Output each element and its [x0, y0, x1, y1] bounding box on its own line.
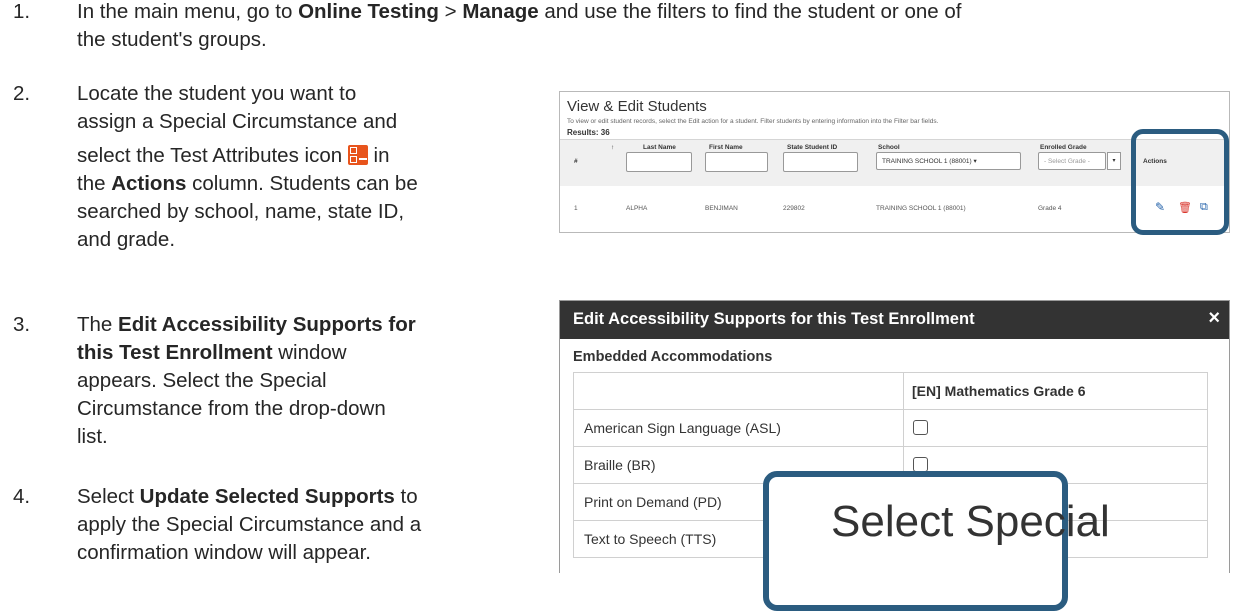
text-run: appears. Select the Special — [77, 369, 327, 392]
step-line: Locate the student you want to — [77, 80, 418, 108]
cell-grade: Grade 4 — [1038, 205, 1062, 212]
menu-manage: Manage — [462, 0, 539, 23]
step-text: In the main menu, go to Online Testing >… — [77, 0, 961, 54]
table-header-row: [EN] Mathematics Grade 6 — [573, 373, 1208, 410]
text-run: confirmation window will appear. — [77, 541, 371, 564]
step-line: Select Update Selected Supports to — [77, 483, 421, 511]
col-num: # — [574, 158, 578, 165]
text-run: and grade. — [77, 228, 176, 251]
table-row: 1 ALPHA BENJIMAN 229802 TRAINING SCHOOL … — [560, 186, 1229, 232]
step-line: The Edit Accessibility Supports for — [77, 311, 416, 339]
step-line: select the Test Attributes icon in — [77, 142, 418, 170]
step-2: 2. Locate the student you want to assign… — [13, 80, 533, 260]
text-run: Circumstance from the drop-down — [77, 397, 386, 420]
test-column-header: [EN] Mathematics Grade 6 — [912, 383, 1086, 399]
panel-title: View & Edit Students — [567, 98, 707, 115]
text-run: Select — [77, 485, 140, 508]
step-line: apply the Special Circumstance and a — [77, 511, 421, 539]
col-grade[interactable]: Enrolled Grade — [1040, 144, 1087, 151]
step-line: searched by school, name, state ID, — [77, 198, 418, 226]
callout-box: Select Special — [763, 471, 1110, 611]
step-text: Select Update Selected Supports to apply… — [77, 483, 421, 567]
panel-subtitle: To view or edit student records, select … — [567, 118, 939, 125]
sort-icon[interactable]: ↑ — [611, 144, 614, 151]
text-bold: Actions — [111, 172, 187, 195]
column-divider — [903, 373, 904, 409]
col-first-name[interactable]: First Name — [709, 144, 743, 151]
text-run: The — [77, 313, 119, 336]
actions-highlight — [1131, 129, 1229, 235]
cell-last-name: ALPHA — [626, 205, 648, 212]
step-line: Circumstance from the drop-down — [77, 395, 416, 423]
modal-header: Edit Accessibility Supports for this Tes… — [560, 301, 1229, 339]
step-line: assign a Special Circumstance and — [77, 108, 418, 136]
braille-checkbox[interactable] — [913, 457, 928, 472]
step-text: Locate the student you want to assign a … — [77, 80, 418, 254]
text-run: the student's groups. — [77, 28, 267, 51]
step-number: 4. — [13, 485, 31, 508]
first-name-filter[interactable] — [705, 152, 768, 172]
step-number: 1. — [13, 0, 31, 23]
text-run: window — [272, 341, 347, 364]
state-id-filter[interactable] — [783, 152, 858, 172]
last-name-filter[interactable] — [626, 152, 692, 172]
text-run: searched by school, name, state ID, — [77, 200, 405, 223]
step-3: 3. The Edit Accessibility Supports for t… — [13, 311, 533, 456]
test-attributes-icon — [347, 145, 368, 165]
cell-school: TRAINING SCHOOL 1 (88001) — [876, 205, 966, 212]
modal-title: Edit Accessibility Supports for this Tes… — [573, 310, 975, 328]
asl-checkbox[interactable] — [913, 420, 928, 435]
callout-text: Select Special — [831, 497, 1110, 546]
row-label: American Sign Language (ASL) — [584, 420, 781, 436]
school-filter[interactable]: TRAINING SCHOOL 1 (88001) ▾ — [876, 152, 1021, 170]
cell-state-id: 229802 — [783, 205, 805, 212]
table-header: # ↑ Last Name First Name State Student I… — [560, 139, 1229, 187]
results-count: Results: 36 — [567, 128, 610, 137]
text-run: assign a Special Circumstance and — [77, 110, 398, 133]
cell-num: 1 — [574, 205, 578, 212]
text-run: to — [394, 485, 418, 508]
step-line: this Test Enrollment window — [77, 339, 416, 367]
grade-caret-icon[interactable]: ▾ — [1107, 152, 1121, 170]
text-bold: this Test Enrollment — [77, 341, 273, 364]
students-panel: View & Edit Students To view or edit stu… — [559, 91, 1230, 233]
step-line: the student's groups. — [77, 26, 961, 54]
text-bold: Edit Accessibility Supports for — [118, 313, 416, 336]
col-state-id[interactable]: State Student ID — [787, 144, 837, 151]
step-text: The Edit Accessibility Supports for this… — [77, 311, 416, 451]
step-line: confirmation window will appear. — [77, 539, 421, 567]
column-divider — [903, 410, 904, 446]
table-row: American Sign Language (ASL) — [573, 410, 1208, 447]
text-run: list. — [77, 425, 108, 448]
step-line: list. — [77, 423, 416, 451]
menu-online-testing: Online Testing — [298, 0, 439, 23]
grade-filter[interactable]: - Select Grade - — [1038, 152, 1106, 170]
cell-first-name: BENJIMAN — [705, 205, 738, 212]
step-4: 4. Select Update Selected Supports to ap… — [13, 483, 533, 573]
text-run: in — [367, 144, 390, 167]
row-label: Print on Demand (PD) — [584, 494, 722, 510]
col-school[interactable]: School — [878, 144, 900, 151]
step-line: and grade. — [77, 226, 418, 254]
col-last-name[interactable]: Last Name — [643, 144, 676, 151]
section-heading: Embedded Accommodations — [573, 349, 773, 365]
text-run: and use the filters to find the student … — [538, 0, 962, 23]
row-label: Text to Speech (TTS) — [584, 531, 717, 547]
text-run: select the Test Attributes icon — [77, 144, 348, 167]
text-bold: Update Selected Supports — [139, 485, 395, 508]
step-line: the Actions column. Students can be — [77, 170, 418, 198]
step-line: In the main menu, go to Online Testing >… — [77, 0, 961, 26]
step-number: 2. — [13, 82, 31, 105]
text-run: apply the Special Circumstance and a — [77, 513, 422, 536]
text-run: the — [77, 172, 112, 195]
close-icon[interactable]: × — [1208, 307, 1220, 330]
step-number: 3. — [13, 313, 31, 336]
text-run: In the main menu, go to — [77, 0, 299, 23]
text-run: Locate the student you want to — [77, 82, 357, 105]
text-run: > — [438, 0, 463, 23]
row-label: Braille (BR) — [584, 457, 656, 473]
step-1: 1. In the main menu, go to Online Testin… — [13, 0, 1228, 58]
text-run: column. Students can be — [186, 172, 418, 195]
step-line: appears. Select the Special — [77, 367, 416, 395]
